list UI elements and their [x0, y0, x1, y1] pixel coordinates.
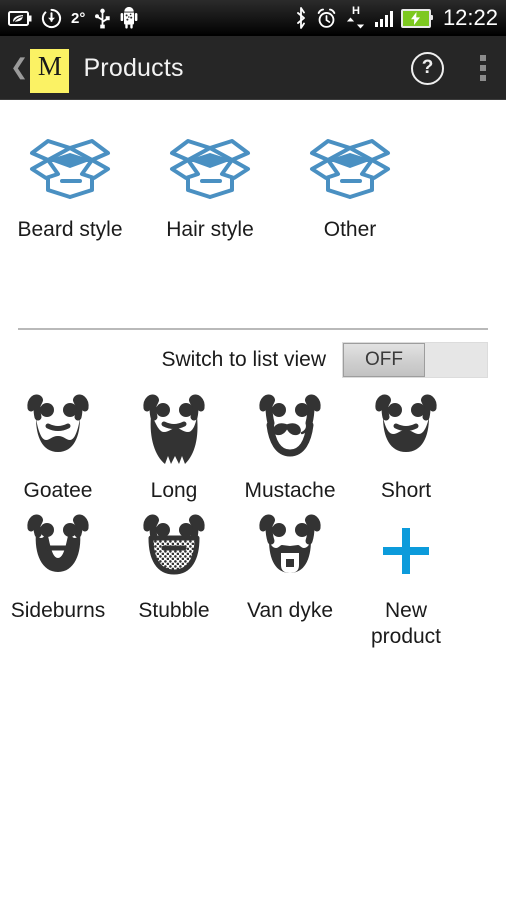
product-label: Stubble: [138, 599, 210, 622]
category-item-hair-style[interactable]: Hair style: [140, 124, 280, 242]
help-icon[interactable]: ?: [411, 51, 444, 85]
app-logo-zigzag-edge: [30, 86, 70, 93]
back-button[interactable]: ❮: [6, 57, 30, 79]
category-label: Beard style: [17, 218, 123, 241]
bluetooth-icon: [294, 7, 308, 29]
signal-bars-icon: [374, 10, 393, 27]
product-item-stubble[interactable]: Stubble: [116, 504, 232, 650]
beard-mustache-icon: [245, 390, 335, 472]
beard-long-icon: [129, 390, 219, 472]
list-view-toggle[interactable]: OFF: [342, 342, 488, 378]
beard-vandyke-icon: [245, 510, 335, 592]
category-label: Other: [323, 218, 377, 241]
product-item-van-dyke[interactable]: Van dyke: [232, 504, 348, 650]
product-item-sideburns[interactable]: Sideburns: [0, 504, 116, 650]
overflow-dot: [480, 75, 486, 81]
beard-short-icon: [361, 390, 451, 472]
product-item-mustache[interactable]: Mustache: [232, 384, 348, 504]
open-box-icon: [302, 128, 398, 200]
beard-stubble-icon: [129, 510, 219, 592]
overflow-dot: [480, 65, 486, 71]
product-grid: Goatee Long Mustache Short Sideburns Stu…: [0, 378, 506, 650]
product-item-long[interactable]: Long: [116, 384, 232, 504]
category-row: Beard style Hair style Other: [0, 100, 506, 242]
status-bar: 2° H 12:22: [0, 0, 506, 36]
android-robot-icon: [120, 7, 138, 29]
new-product-label: New product: [354, 598, 458, 650]
eco-battery-icon: [8, 10, 32, 27]
list-view-label: Switch to list view: [161, 348, 326, 371]
overflow-menu-icon[interactable]: [474, 51, 492, 85]
hspa-data-icon: H: [345, 5, 367, 29]
beard-sideburns-icon: [13, 510, 103, 592]
action-bar-actions: ?: [411, 51, 492, 85]
open-box-icon: [22, 128, 118, 200]
new-product-button[interactable]: New product: [348, 504, 464, 650]
list-view-toggle-row: Switch to list view OFF: [0, 330, 506, 378]
status-bar-left-icons: 2°: [8, 7, 138, 29]
category-item-other[interactable]: Other: [280, 124, 420, 242]
app-logo-letter: M: [37, 51, 62, 81]
product-label: Van dyke: [247, 599, 333, 622]
product-item-short[interactable]: Short: [348, 384, 464, 504]
category-label: Hair style: [166, 218, 254, 241]
status-bar-right-icons: H 12:22: [294, 5, 498, 31]
beard-goatee-icon: [13, 390, 103, 472]
app-logo-icon[interactable]: M: [30, 48, 70, 93]
battery-charging-icon: [400, 8, 433, 28]
product-label: Sideburns: [10, 599, 106, 622]
alarm-icon: [316, 8, 337, 29]
temperature-indicator: 2°: [71, 9, 86, 27]
product-item-goatee[interactable]: Goatee: [0, 384, 116, 504]
download-sync-icon: [41, 8, 62, 29]
product-label: Goatee: [23, 479, 93, 502]
product-label: Short: [380, 479, 432, 502]
toggle-thumb[interactable]: OFF: [343, 343, 425, 377]
category-item-beard-style[interactable]: Beard style: [0, 124, 140, 242]
overflow-dot: [480, 55, 486, 61]
network-type-label: H: [351, 5, 360, 17]
action-bar: ❮ M Products ?: [0, 36, 506, 100]
product-label: Long: [150, 479, 198, 502]
new-product-label-line2: product: [370, 625, 442, 648]
product-label: Mustache: [244, 479, 336, 502]
main-content: Beard style Hair style Other Switch to l…: [0, 100, 506, 650]
usb-icon: [94, 8, 111, 29]
page-title: Products: [83, 53, 184, 82]
status-bar-clock: 12:22: [442, 5, 498, 30]
new-product-label-line1: New: [384, 599, 427, 622]
open-box-icon: [162, 128, 258, 200]
plus-icon: [375, 510, 437, 592]
